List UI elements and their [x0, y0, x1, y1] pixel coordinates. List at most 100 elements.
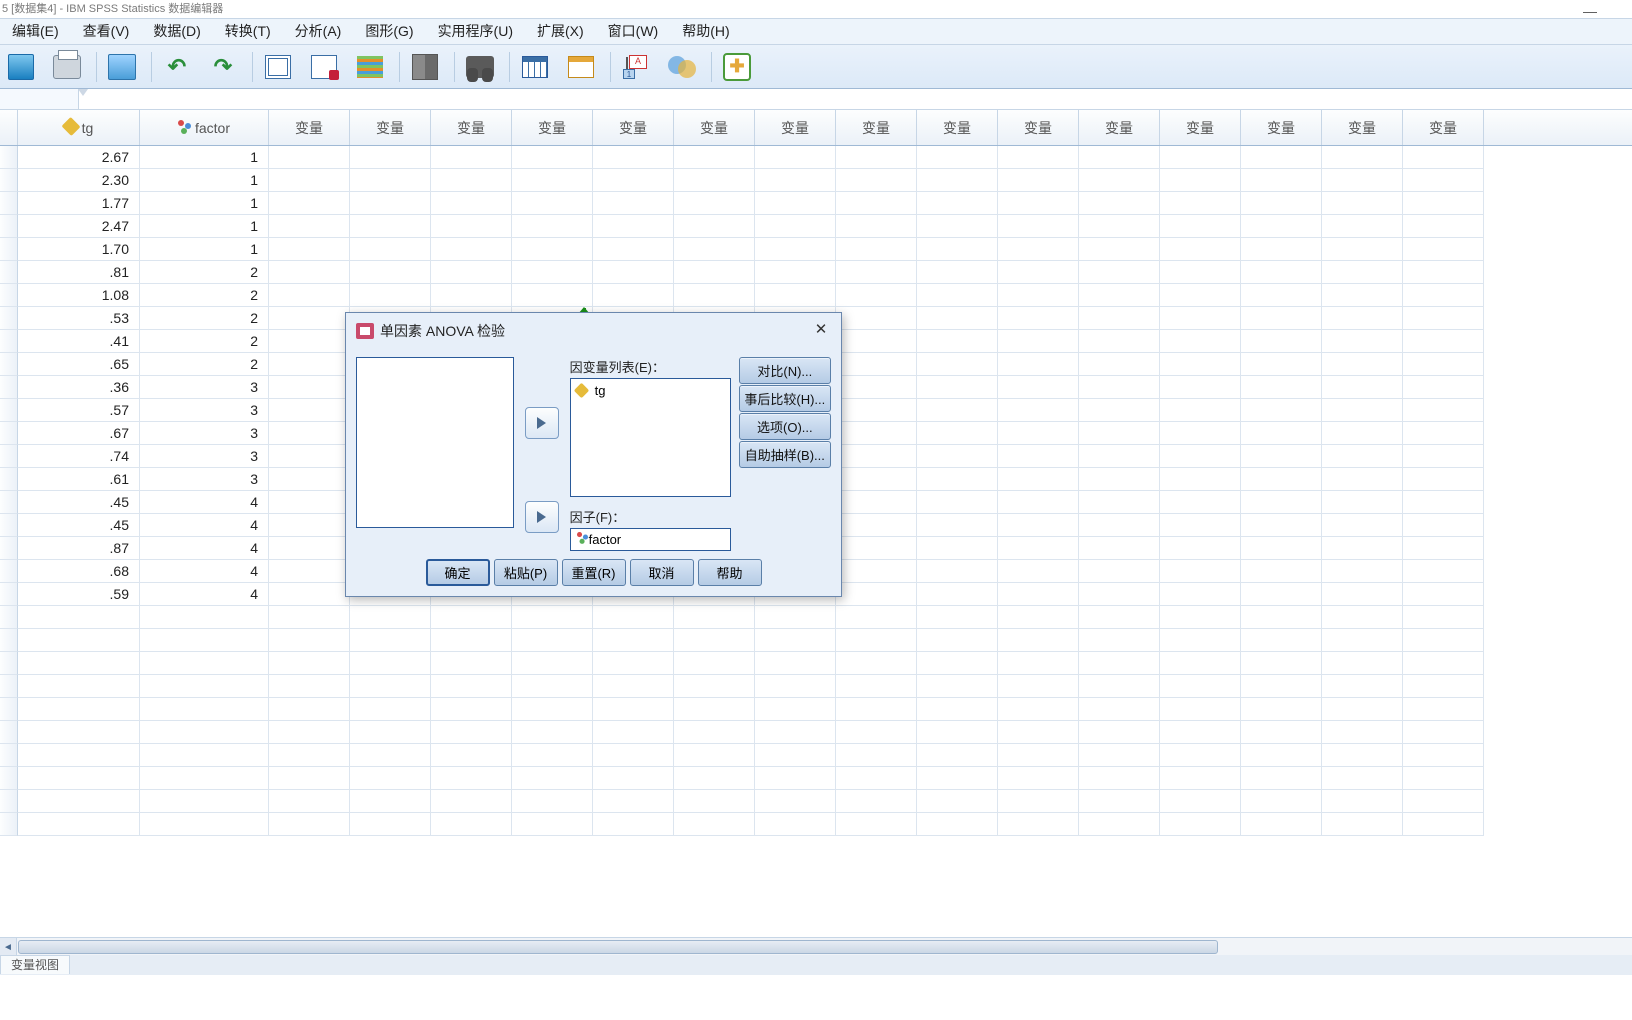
- data-cell[interactable]: [836, 468, 917, 491]
- data-cell[interactable]: [836, 192, 917, 215]
- data-cell[interactable]: [998, 215, 1079, 238]
- data-cell[interactable]: [917, 744, 998, 767]
- data-cell[interactable]: [836, 721, 917, 744]
- data-cell[interactable]: [1322, 514, 1403, 537]
- data-cell[interactable]: [431, 629, 512, 652]
- data-cell[interactable]: [1241, 583, 1322, 606]
- data-cell[interactable]: [1160, 468, 1241, 491]
- data-cell[interactable]: [269, 491, 350, 514]
- data-cell[interactable]: [1322, 376, 1403, 399]
- data-cell[interactable]: [18, 790, 140, 813]
- data-cell[interactable]: [269, 560, 350, 583]
- data-cell[interactable]: .61: [18, 468, 140, 491]
- column-header-empty[interactable]: 变量: [674, 110, 755, 145]
- data-cell[interactable]: [350, 215, 431, 238]
- insert-cases-icon[interactable]: [518, 50, 552, 84]
- data-cell[interactable]: [1322, 790, 1403, 813]
- data-cell[interactable]: [755, 744, 836, 767]
- data-cell[interactable]: [350, 284, 431, 307]
- insert-variable-icon[interactable]: [564, 50, 598, 84]
- data-cell[interactable]: [18, 813, 140, 836]
- goto-case-icon[interactable]: [261, 50, 295, 84]
- data-cell[interactable]: [1079, 583, 1160, 606]
- data-cell[interactable]: [1079, 560, 1160, 583]
- data-cell[interactable]: [998, 721, 1079, 744]
- data-cell[interactable]: [1160, 307, 1241, 330]
- row-header[interactable]: [0, 307, 18, 330]
- data-cell[interactable]: [998, 813, 1079, 836]
- data-cell[interactable]: [350, 169, 431, 192]
- data-cell[interactable]: [1079, 284, 1160, 307]
- column-header-empty[interactable]: 变量: [1403, 110, 1484, 145]
- data-cell[interactable]: [593, 238, 674, 261]
- data-cell[interactable]: [512, 652, 593, 675]
- data-cell[interactable]: [674, 698, 755, 721]
- data-cell[interactable]: [593, 767, 674, 790]
- data-cell[interactable]: [674, 744, 755, 767]
- data-cell[interactable]: [917, 606, 998, 629]
- data-cell[interactable]: [269, 698, 350, 721]
- data-cell[interactable]: [1241, 307, 1322, 330]
- data-cell[interactable]: [512, 238, 593, 261]
- data-cell[interactable]: [431, 813, 512, 836]
- column-header-empty[interactable]: 变量: [593, 110, 674, 145]
- data-cell[interactable]: [269, 445, 350, 468]
- data-cell[interactable]: [917, 330, 998, 353]
- data-cell[interactable]: [917, 675, 998, 698]
- data-cell[interactable]: [1241, 721, 1322, 744]
- data-cell[interactable]: [1079, 629, 1160, 652]
- data-cell[interactable]: [836, 238, 917, 261]
- data-cell[interactable]: 3: [140, 468, 269, 491]
- data-cell[interactable]: [1241, 376, 1322, 399]
- data-cell[interactable]: [1079, 422, 1160, 445]
- data-cell[interactable]: [1403, 721, 1484, 744]
- data-cell[interactable]: [1241, 514, 1322, 537]
- data-cell[interactable]: 4: [140, 583, 269, 606]
- data-cell[interactable]: [350, 790, 431, 813]
- data-cell[interactable]: [1403, 606, 1484, 629]
- data-cell[interactable]: [674, 813, 755, 836]
- column-header-empty[interactable]: 变量: [836, 110, 917, 145]
- data-cell[interactable]: [269, 238, 350, 261]
- data-cell[interactable]: [1403, 261, 1484, 284]
- data-cell[interactable]: [917, 261, 998, 284]
- data-cell[interactable]: [1403, 353, 1484, 376]
- data-cell[interactable]: [269, 261, 350, 284]
- data-cell[interactable]: [593, 652, 674, 675]
- data-cell[interactable]: [269, 307, 350, 330]
- data-cell[interactable]: [269, 376, 350, 399]
- data-cell[interactable]: [1160, 146, 1241, 169]
- data-cell[interactable]: [1079, 261, 1160, 284]
- menu-view[interactable]: 查看(V): [71, 19, 142, 44]
- data-cell[interactable]: [1322, 537, 1403, 560]
- data-cell[interactable]: [674, 721, 755, 744]
- data-cell[interactable]: [1403, 146, 1484, 169]
- data-cell[interactable]: [1322, 238, 1403, 261]
- data-cell[interactable]: [1160, 537, 1241, 560]
- data-cell[interactable]: [1241, 192, 1322, 215]
- cancel-button[interactable]: 取消: [630, 559, 694, 586]
- data-cell[interactable]: [350, 629, 431, 652]
- data-cell[interactable]: [593, 146, 674, 169]
- data-cell[interactable]: [350, 652, 431, 675]
- data-cell[interactable]: [18, 652, 140, 675]
- data-cell[interactable]: [917, 583, 998, 606]
- data-cell[interactable]: [269, 744, 350, 767]
- data-cell[interactable]: [917, 790, 998, 813]
- data-cell[interactable]: [917, 307, 998, 330]
- list-item[interactable]: tg: [574, 382, 727, 399]
- data-cell[interactable]: [1079, 330, 1160, 353]
- data-cell[interactable]: [1241, 238, 1322, 261]
- run-descriptives-icon[interactable]: [408, 50, 442, 84]
- data-cell[interactable]: [674, 606, 755, 629]
- data-cell[interactable]: [917, 284, 998, 307]
- data-cell[interactable]: [1160, 790, 1241, 813]
- data-cell[interactable]: [431, 606, 512, 629]
- data-cell[interactable]: [998, 284, 1079, 307]
- data-cell[interactable]: [1403, 238, 1484, 261]
- data-cell[interactable]: .36: [18, 376, 140, 399]
- data-cell[interactable]: .59: [18, 583, 140, 606]
- data-cell[interactable]: [140, 721, 269, 744]
- data-cell[interactable]: [1241, 330, 1322, 353]
- data-cell[interactable]: [755, 652, 836, 675]
